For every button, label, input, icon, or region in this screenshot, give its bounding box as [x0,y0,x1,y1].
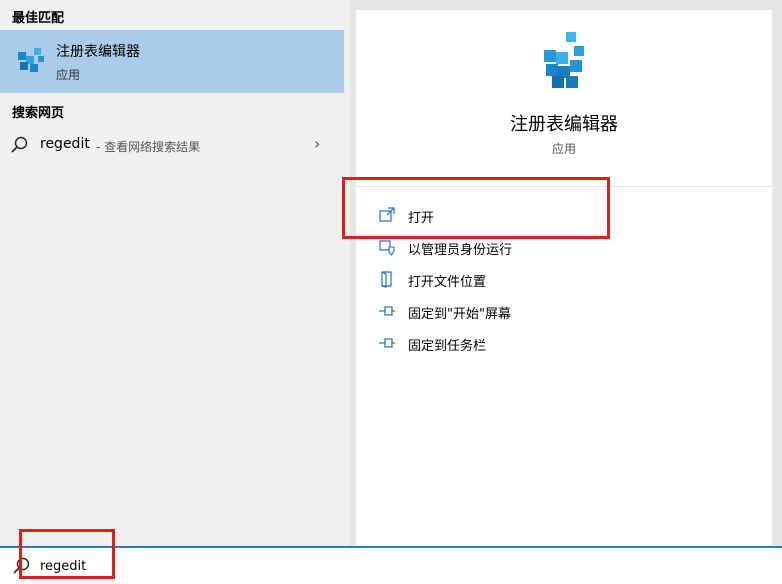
file-location-icon [381,271,392,288]
search-icon [11,136,28,153]
search-box[interactable]: regedit [0,546,782,584]
best-match-subtitle: 应用 [56,68,81,82]
web-search-query: regedit [40,136,90,152]
best-match-header: 最佳匹配 [12,11,65,26]
registry-editor-large-icon [544,32,584,88]
action-run-as-admin[interactable]: 以管理员身份运行 [378,236,758,260]
registry-editor-icon [18,48,44,72]
preview-panel: 注册表编辑器 应用 打开 以管理员身份运行 打开文件位置 固定到"开始"屏幕 固… [356,10,772,546]
action-pin-to-start[interactable]: 固定到"开始"屏幕 [378,300,758,324]
chevron-right-icon[interactable]: › [314,134,320,153]
action-pin-to-taskbar[interactable]: 固定到任务栏 [378,332,758,356]
shield-icon [379,240,395,256]
pin-icon [379,306,395,316]
web-search-suffix: - 查看网络搜索结果 [96,140,201,154]
action-open-file-location[interactable]: 打开文件位置 [378,268,758,292]
action-label: 以管理员身份运行 [408,243,513,258]
action-label: 打开文件位置 [408,275,487,290]
web-search-header: 搜索网页 [12,106,65,121]
results-panel: 最佳匹配 注册表编辑器 应用 搜索网页 regedit - 查看网络搜索结果 › [0,0,350,546]
action-label: 固定到任务栏 [408,339,487,354]
app-title: 注册表编辑器 [510,114,618,135]
web-search-result[interactable]: regedit - 查看网络搜索结果 › [0,128,344,160]
highlight-search-input [19,529,115,579]
action-label: 固定到"开始"屏幕 [408,307,511,322]
app-subtitle: 应用 [551,142,576,156]
best-match-item[interactable]: 注册表编辑器 应用 [0,30,344,93]
highlight-open-action [342,177,610,239]
best-match-title: 注册表编辑器 [56,44,140,60]
pin-icon [379,338,395,348]
